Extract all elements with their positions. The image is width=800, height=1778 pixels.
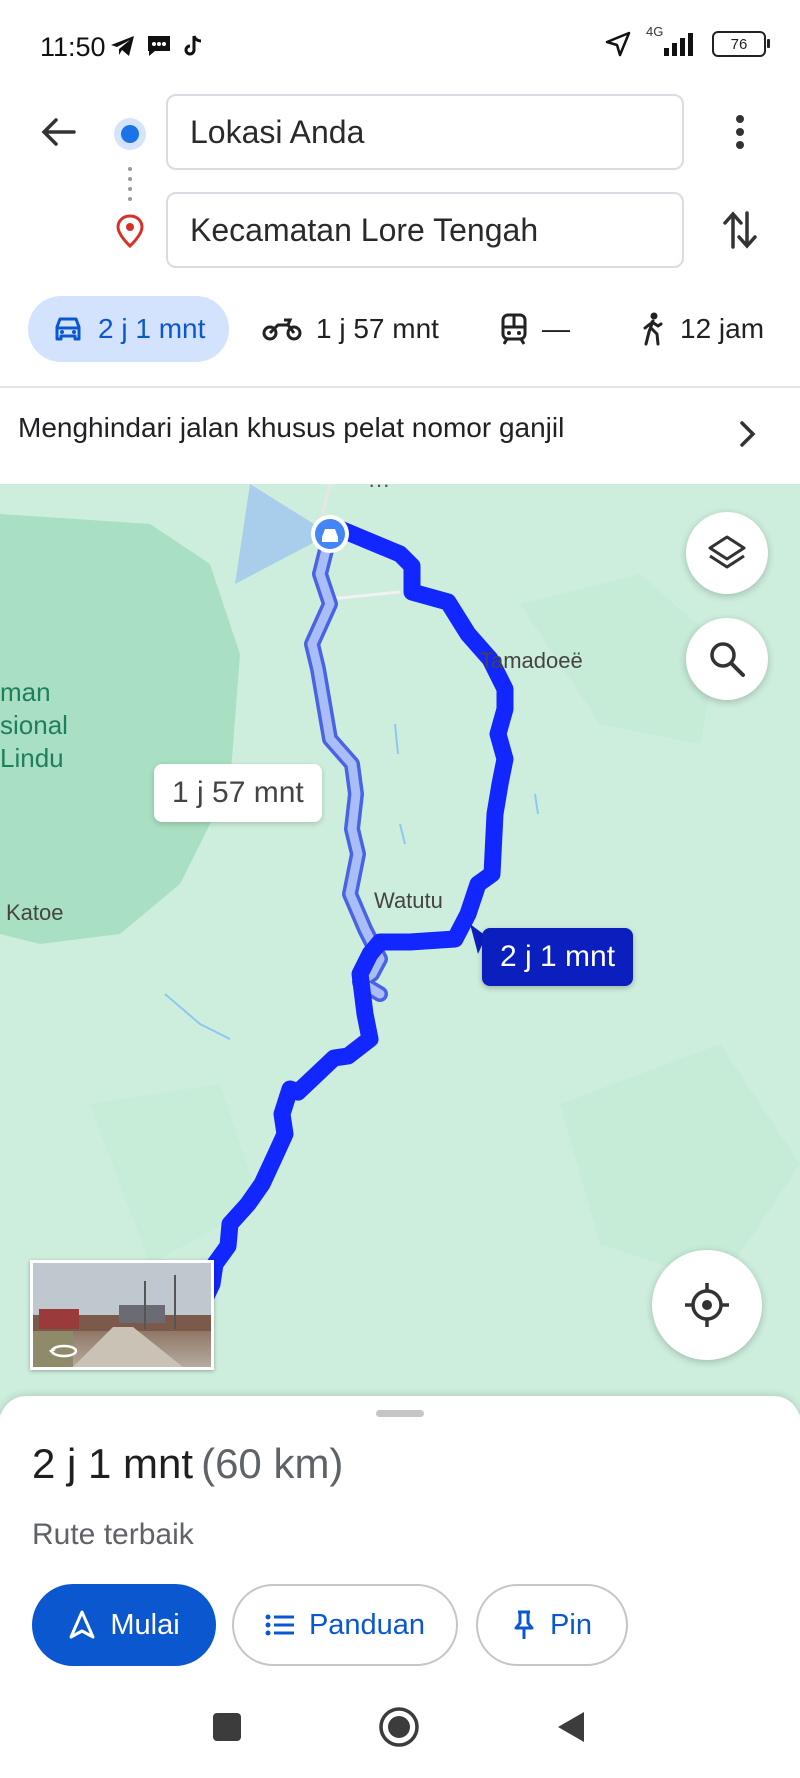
home-icon[interactable] [378, 1706, 420, 1748]
route-duration: 2 j 1 mnt [32, 1440, 194, 1487]
alt-route-label[interactable]: 1 j 57 mnt [154, 764, 322, 822]
layers-icon [708, 535, 746, 569]
back-arrow-icon [41, 118, 76, 146]
origin-dot-icon [112, 116, 148, 152]
status-bar: 11:50 4G 76 [0, 0, 800, 90]
park-label-line1: man [0, 677, 51, 707]
tiktok-icon [184, 35, 202, 56]
navigation-arrow-icon [69, 1610, 95, 1639]
pin-button[interactable]: Pin [476, 1584, 628, 1666]
mode-motorcycle-label: 1 j 57 mnt [316, 313, 439, 344]
search-along-route-button[interactable] [686, 618, 768, 700]
swap-route-button[interactable] [718, 206, 762, 254]
message-icon [148, 36, 170, 56]
map-label-park: man sional Lindu [0, 676, 68, 775]
more-vert-icon [736, 115, 744, 149]
park-label-line3: Lindu [0, 743, 64, 773]
route-distance: (60 km) [201, 1440, 344, 1487]
recent-apps-icon[interactable] [212, 1712, 242, 1742]
origin-field[interactable]: Lokasi Anda [166, 94, 684, 170]
destination-field[interactable]: Kecamatan Lore Tengah [166, 192, 684, 268]
mode-motorcycle[interactable]: 1 j 57 mnt [262, 296, 439, 362]
main-route-label[interactable]: 2 j 1 mnt [482, 928, 634, 986]
sheet-drag-handle[interactable] [376, 1410, 424, 1417]
signal-icon: 4G [646, 24, 698, 58]
status-time: 11:50 [40, 32, 106, 62]
street-view-thumbnail[interactable] [30, 1260, 214, 1370]
destination-pin-icon [116, 214, 144, 249]
park-label-line2: sional [0, 710, 68, 740]
location-arrow-icon [605, 31, 631, 57]
map-label-katoe: Katoe [6, 900, 64, 925]
divider [0, 386, 800, 388]
mode-driving[interactable]: 2 j 1 mnt [28, 296, 230, 362]
route-eta: 2 j 1 mnt (60 km) [32, 1440, 343, 1488]
pin-icon [514, 1610, 534, 1639]
chevron-right-icon[interactable] [738, 420, 758, 453]
map-label-top: ··· [368, 484, 390, 497]
pin-label: Pin [550, 1608, 592, 1641]
battery-indicator: 76 [712, 31, 770, 57]
start-button[interactable]: Mulai [32, 1584, 216, 1666]
walk-icon [643, 312, 663, 346]
my-location-button[interactable] [652, 1250, 762, 1360]
transit-icon [501, 313, 527, 345]
map-label-tamadoee: Tamadoeë [480, 648, 583, 673]
search-icon [710, 642, 745, 677]
status-left-icons [110, 34, 204, 58]
layers-button[interactable] [686, 512, 768, 594]
back-button[interactable] [36, 110, 80, 154]
route-subtitle: Rute terbaik [32, 1518, 194, 1551]
telegram-icon [111, 36, 134, 56]
system-navigation-bar [0, 1690, 800, 1778]
back-nav-icon[interactable] [556, 1710, 586, 1744]
map-label-watutu: Watutu [374, 888, 443, 913]
crosshair-icon [685, 1283, 729, 1327]
more-options-button[interactable] [718, 110, 762, 154]
start-label: Mulai [110, 1608, 180, 1641]
steps-button[interactable]: Panduan [232, 1584, 458, 1666]
mode-transit-label: — [542, 313, 570, 344]
mode-transit[interactable]: — [500, 296, 570, 362]
swap-vert-icon [723, 211, 757, 249]
route-connector [128, 165, 132, 203]
mode-driving-label: 2 j 1 mnt [98, 313, 206, 344]
car-icon [55, 317, 81, 341]
route-notice[interactable]: Menghindari jalan khusus pelat nomor gan… [18, 412, 564, 444]
mode-walking[interactable]: 12 jam [640, 296, 764, 362]
motorcycle-icon [262, 318, 302, 341]
mode-walking-label: 12 jam [680, 313, 765, 344]
street-view-360-icon [49, 1344, 78, 1358]
status-right-icons: 4G 76 [604, 24, 770, 58]
list-icon [265, 1614, 294, 1636]
steps-label: Panduan [308, 1608, 426, 1641]
